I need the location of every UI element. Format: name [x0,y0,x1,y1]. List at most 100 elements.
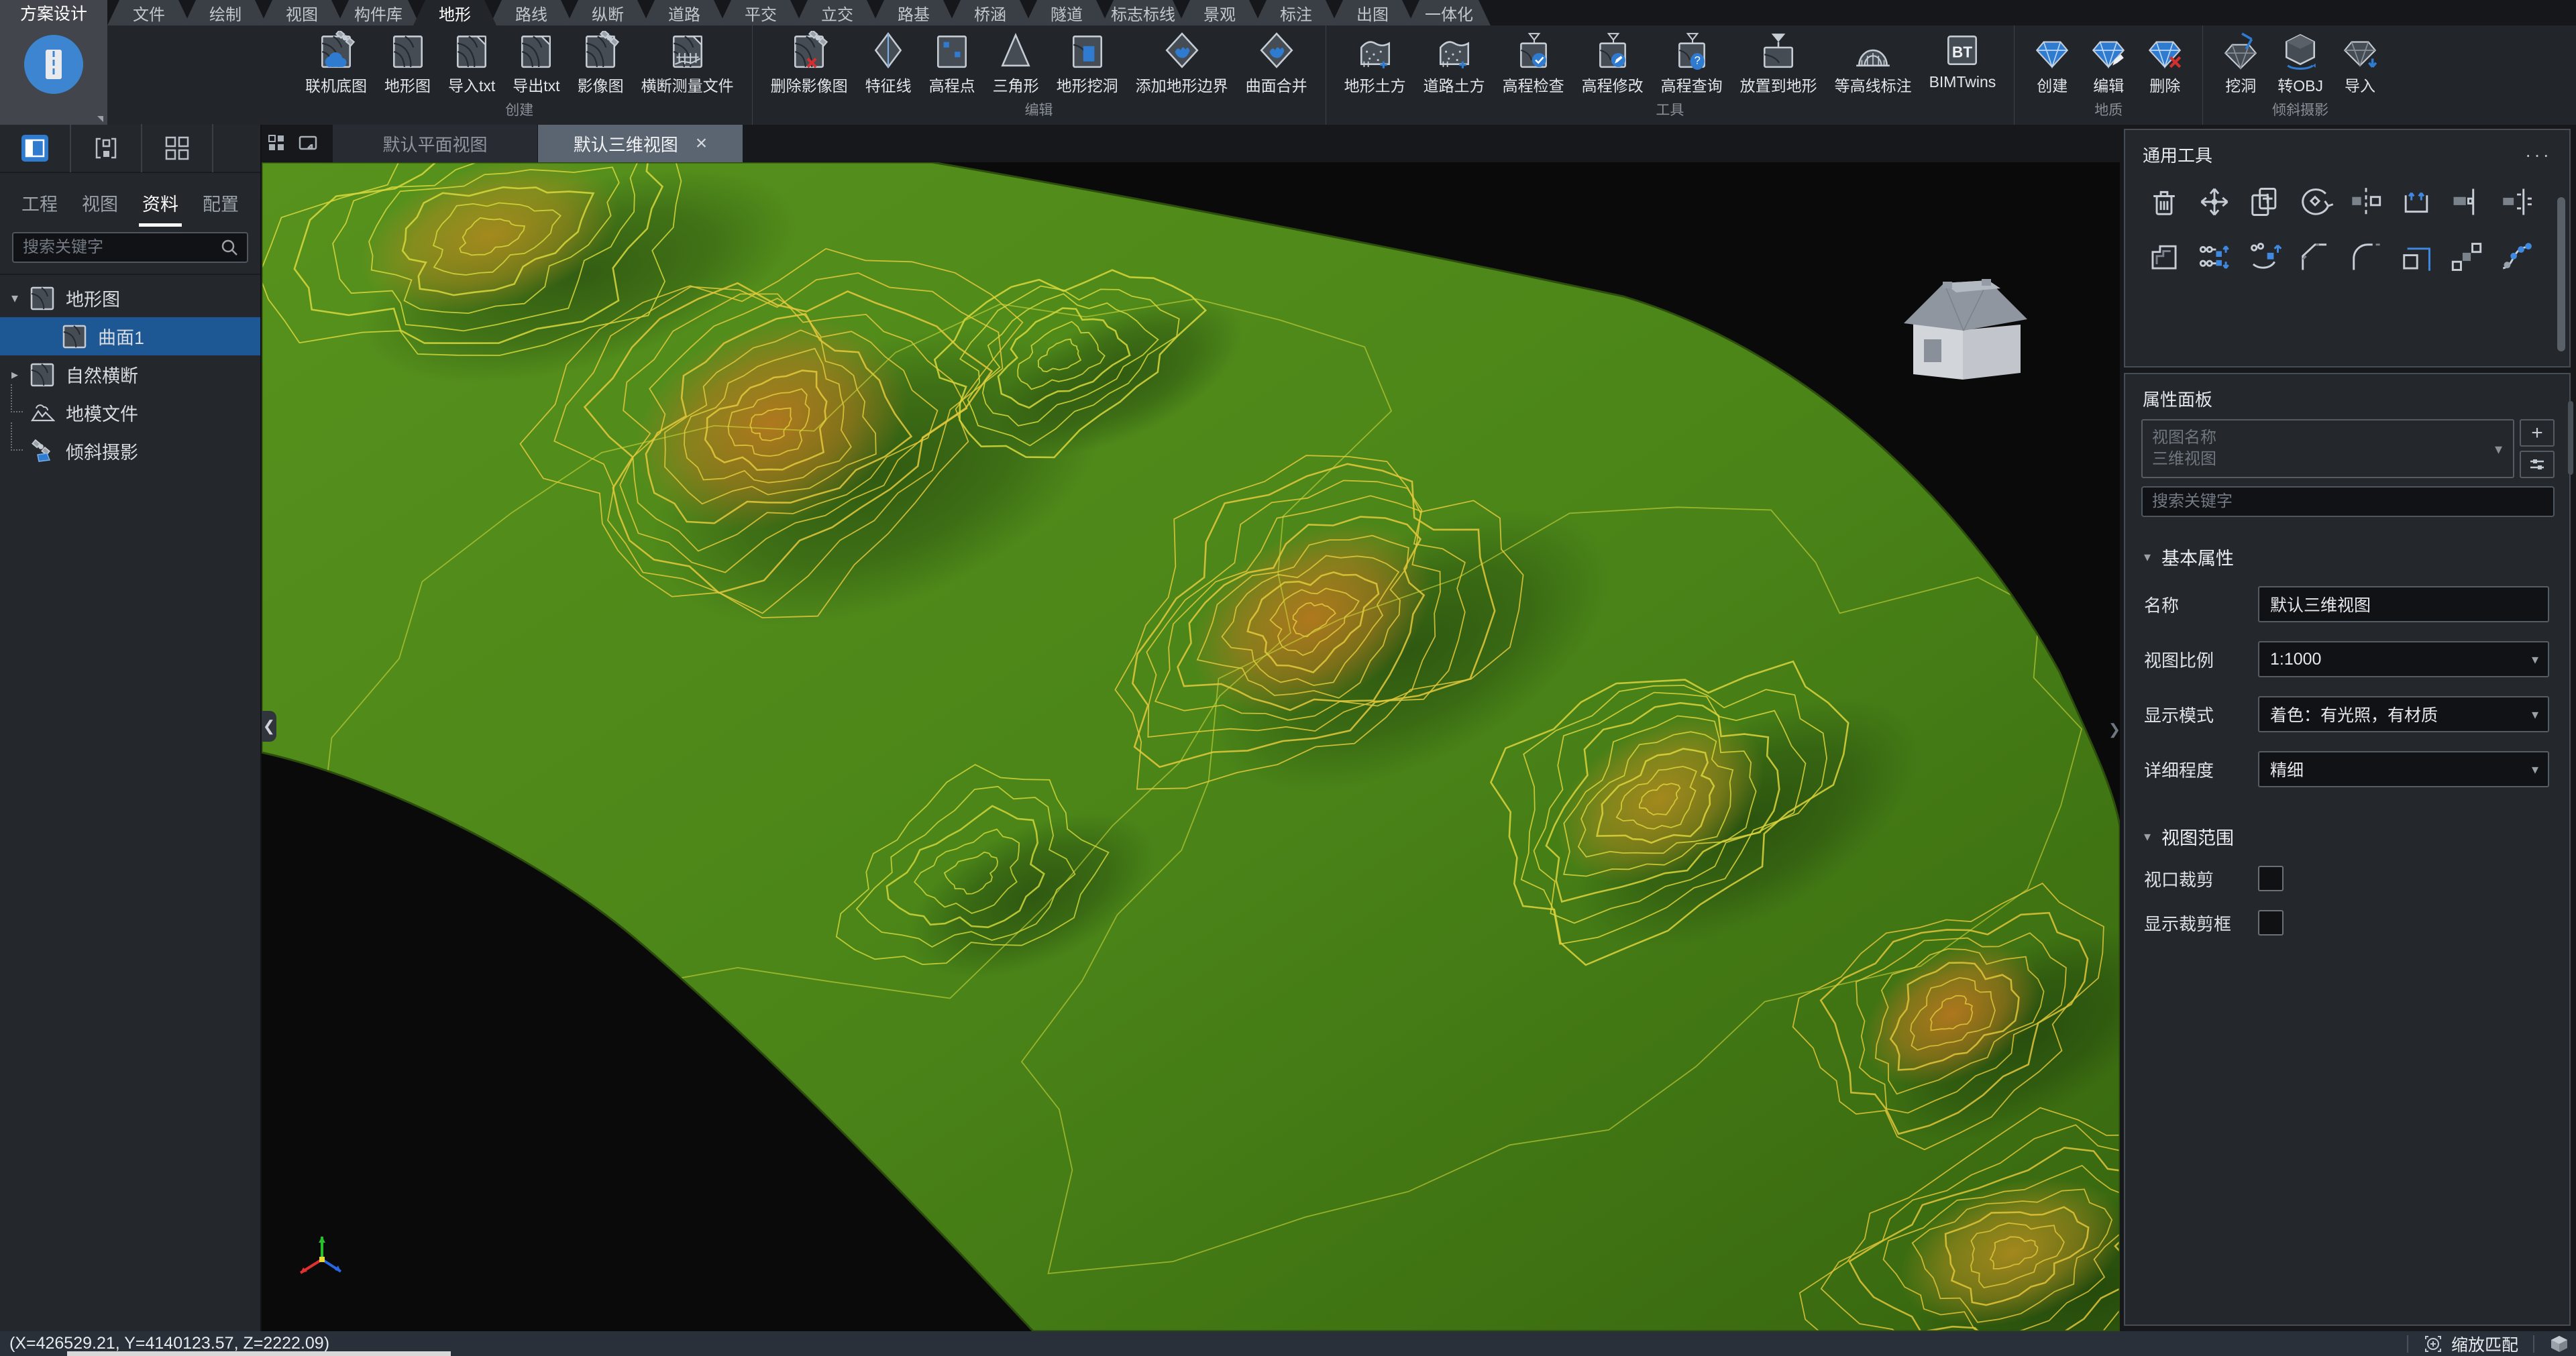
ribbon-button-放置到地形[interactable]: 放置到地形 [1731,25,1826,97]
menu-tab-纵断[interactable]: 纵断 [566,0,649,25]
array-icon[interactable] [2448,238,2485,276]
menu-tab-立交[interactable]: 立交 [796,0,879,25]
ribbon-button-等高线标注[interactable]: 等高线标注 [1826,25,1921,97]
ribbon-button-曲面合并[interactable]: 曲面合并 [1237,25,1316,97]
ribbon-button-导出txt[interactable]: 导出txt [504,25,568,97]
tree-item-地模文件[interactable]: 地模文件 [0,394,260,432]
more-options-icon[interactable]: ··· [2525,144,2552,166]
ribbon-button-横断测量文件[interactable]: 横断测量文件 [633,25,743,97]
select-详细程度[interactable]: 精细 [2258,751,2549,787]
tree-expander-down-icon[interactable]: ▾ [0,290,30,306]
ribbon-button-联机底图[interactable]: 联机底图 [297,25,376,97]
menu-tab-标志标线[interactable]: 标志标线 [1102,0,1185,25]
close-tab-icon[interactable]: × [696,132,708,155]
ribbon-button-高程点[interactable]: 高程点 [920,25,984,97]
ribbon-button-地形土方[interactable]: 地形土方 [1336,25,1415,97]
add-view-button[interactable]: + [2520,419,2555,447]
sidebar-tab-视图[interactable]: 视图 [79,178,121,228]
input-名称[interactable]: 默认三维视图 [2258,586,2549,622]
nodes-arc-icon[interactable] [2246,238,2284,276]
ribbon-button-导入txt[interactable]: 导入txt [439,25,504,97]
ribbon-button-挖洞[interactable]: 挖洞 [2212,25,2269,97]
delete-icon[interactable] [2145,183,2183,221]
menu-tab-景观[interactable]: 景观 [1178,0,1261,25]
menu-tab-构件库[interactable]: 构件库 [337,0,420,25]
house-orientation-widget[interactable] [1898,262,2037,384]
ribbon-button-三角形[interactable]: 三角形 [984,25,1048,97]
ribbon-button-删除[interactable]: 删除 [2137,25,2193,97]
mirror-icon[interactable] [2347,183,2385,221]
layout-grid-button[interactable] [142,124,213,172]
ribbon-button-高程检查[interactable]: 高程检查 [1494,25,1573,97]
tree-item-倾斜摄影[interactable]: 倾斜摄影 [0,432,260,470]
filter-list-icon[interactable] [2520,451,2555,478]
menu-tab-隧道[interactable]: 隧道 [1025,0,1108,25]
collapse-sidebar-icon[interactable]: ❮ [262,711,276,742]
ribbon-button-删除影像图[interactable]: 删除影像图 [762,25,857,97]
rotate-icon[interactable] [2296,183,2334,221]
distribute-icon[interactable] [2498,183,2536,221]
properties-search-input[interactable] [2143,488,2553,516]
layout-columns-button[interactable] [0,124,71,172]
menu-tab-地形[interactable]: 地形 [413,0,496,25]
tree-item-曲面1[interactable]: 曲面1 [0,317,260,355]
ribbon-button-影像图[interactable]: 影像图 [569,25,633,97]
checkbox-显示裁剪框[interactable] [2258,910,2284,936]
menu-tab-一体化[interactable]: 一体化 [1407,0,1491,25]
menu-tab-平交[interactable]: 平交 [719,0,802,25]
move-icon[interactable] [2196,183,2233,221]
sidebar-tab-资料[interactable]: 资料 [140,178,181,228]
ribbon-button-地形图[interactable]: 地形图 [376,25,439,97]
ribbon-button-BIMTwins[interactable]: BTBIMTwins [1921,25,2005,93]
sidebar-tab-工程[interactable]: 工程 [19,178,60,228]
offset-icon[interactable] [2145,238,2183,276]
ribbon-button-添加地形边界[interactable]: 添加地形边界 [1127,25,1237,97]
app-logo-button[interactable] [24,35,83,94]
select-视图比例[interactable]: 1:1000 [2258,641,2549,677]
ribbon-button-道路土方[interactable]: 道路土方 [1415,25,1494,97]
sidebar-tab-配置[interactable]: 配置 [200,178,241,228]
ribbon-button-地形挖洞[interactable]: 地形挖洞 [1048,25,1127,97]
align-icon[interactable] [2448,183,2485,221]
ribbon-button-特征线[interactable]: 特征线 [857,25,920,97]
view-tab-默认平面视图[interactable]: 默认平面视图 [333,125,538,162]
menu-tab-路线[interactable]: 路线 [490,0,573,25]
chamfer-icon[interactable] [2296,238,2334,276]
spline-icon[interactable] [2498,238,2536,276]
viewport-split-icon[interactable] [262,125,292,162]
ribbon-button-创建[interactable]: 创建 [2024,25,2080,97]
ribbon-button-高程修改[interactable]: 高程修改 [1573,25,1652,97]
sidebar-search-input[interactable] [13,233,247,262]
new-view-window-icon[interactable] [292,125,323,162]
fillet-icon[interactable] [2347,238,2385,276]
copy-icon[interactable] [2246,183,2284,221]
section-header-基本属性[interactable]: ▾基本属性 [2125,517,2569,577]
ribbon-button-编辑[interactable]: 编辑 [2080,25,2137,97]
ribbon-button-转OBJ[interactable]: 转OBJ [2269,25,2332,97]
scale-icon[interactable] [2398,238,2435,276]
view-cube-button[interactable] [2549,1334,2569,1354]
collapse-panel-icon[interactable]: ❯ [2109,716,2120,743]
tree-expander-right-icon[interactable]: ▸ [0,366,30,383]
title-expander-icon[interactable] [97,116,103,122]
menu-tab-视图[interactable]: 视图 [260,0,343,25]
menu-tab-路基[interactable]: 路基 [872,0,955,25]
nodes-raise-icon[interactable] [2196,238,2233,276]
tree-item-自然横断[interactable]: ▸自然横断 [0,355,260,394]
properties-scrollbar[interactable] [2568,401,2573,475]
3d-canvas[interactable]: ❮ ❯ [262,162,2120,1331]
zoom-fit-button[interactable]: 缩放匹配 [2423,1332,2518,1356]
layout-cascade-button[interactable] [71,124,142,172]
menu-tab-桥涵[interactable]: 桥涵 [949,0,1032,25]
menu-tab-道路[interactable]: 道路 [643,0,726,25]
menu-tab-标注[interactable]: 标注 [1254,0,1338,25]
select-显示模式[interactable]: 着色：有光照，有材质 [2258,696,2549,732]
tools-scrollbar[interactable] [2557,197,2565,351]
tree-item-地形图[interactable]: ▾地形图 [0,279,260,317]
view-tab-默认三维视图[interactable]: 默认三维视图× [538,125,743,162]
ribbon-button-高程查询[interactable]: ?高程查询 [1652,25,1731,97]
checkbox-视口裁剪[interactable] [2258,866,2284,891]
ribbon-button-导入[interactable]: 导入 [2332,25,2388,97]
section-header-视图范围[interactable]: ▾视图范围 [2125,797,2569,856]
menu-tab-出图[interactable]: 出图 [1331,0,1414,25]
